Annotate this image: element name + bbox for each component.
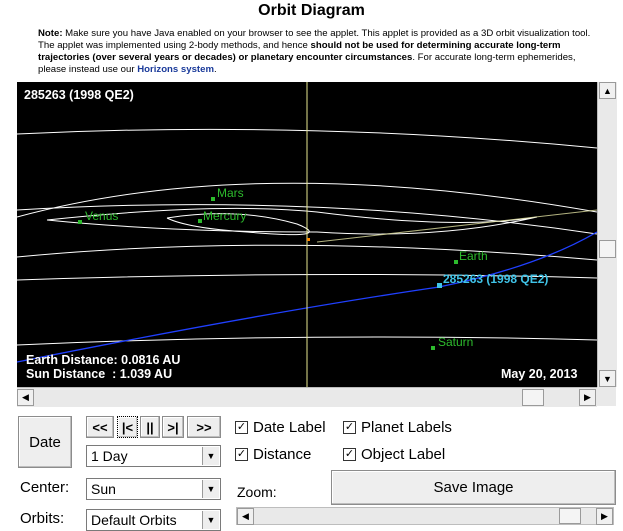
scroll-up-icon[interactable]: ▲ — [599, 82, 616, 99]
label-object: 285263 (1998 QE2) — [443, 272, 549, 286]
zoom-thumb[interactable] — [559, 508, 581, 524]
orbits-select[interactable]: Default Orbits ▼ — [86, 509, 221, 531]
orbit-canvas — [17, 82, 597, 387]
object-label-text: Object Label — [361, 446, 446, 463]
label-mars: Mars — [217, 186, 244, 200]
horizons-link[interactable]: Horizons system — [137, 64, 214, 75]
vertical-scroll-thumb[interactable] — [599, 240, 616, 258]
chevron-down-icon[interactable]: ▼ — [202, 480, 219, 498]
checkmark-icon[interactable]: ✓ — [235, 421, 248, 434]
zoom-label: Zoom: — [237, 484, 277, 500]
step-size-select[interactable]: 1 Day ▼ — [86, 445, 221, 467]
vertical-scrollbar[interactable]: ▲ ▼ — [597, 82, 617, 387]
object-title: 285263 (1998 QE2) — [24, 88, 134, 102]
note-label: Note: — [38, 28, 63, 39]
zoom-slider[interactable]: ◀ ▶ — [236, 507, 614, 525]
planet-labels-checkbox[interactable]: ✓ Planet Labels — [343, 419, 452, 436]
step-forward-button[interactable]: >| — [162, 416, 184, 438]
page-title: Orbit Diagram — [258, 2, 365, 19]
orbit-venus — [46, 207, 538, 235]
earth-dot — [454, 260, 458, 264]
date-label-text: Date Label — [253, 419, 326, 436]
horizontal-scrollbar[interactable]: ◀ ▶ — [17, 387, 597, 407]
scroll-right-icon[interactable]: ▶ — [579, 389, 596, 406]
earth-distance-readout: Earth Distance: 0.0816 AU — [26, 353, 181, 367]
zoom-in-icon[interactable]: ▶ — [596, 508, 613, 525]
label-saturn: Saturn — [438, 335, 474, 349]
scrollbar-corner — [597, 387, 616, 406]
mercury-dot — [198, 219, 202, 223]
distance-text: Distance — [253, 446, 312, 463]
chevron-down-icon[interactable]: ▼ — [202, 447, 219, 465]
orbits-value: Default Orbits — [91, 512, 177, 528]
checkmark-icon[interactable]: ✓ — [235, 448, 248, 461]
scroll-down-icon[interactable]: ▼ — [599, 370, 616, 387]
center-value: Sun — [91, 481, 116, 497]
orbit-viewport[interactable]: 285263 (1998 QE2) Earth Distance: 0.0816… — [17, 82, 597, 387]
planet-labels-text: Planet Labels — [361, 419, 452, 436]
distance-checkbox[interactable]: ✓ Distance — [235, 446, 311, 463]
orbits-label: Orbits: — [20, 510, 65, 527]
mars-dot — [211, 197, 215, 201]
label-mercury: Mercury — [203, 209, 247, 223]
object-label-checkbox[interactable]: ✓ Object Label — [343, 446, 445, 463]
step-size-value: 1 Day — [91, 448, 128, 464]
pause-button[interactable]: || — [140, 416, 160, 438]
checkmark-icon[interactable]: ✓ — [343, 448, 356, 461]
save-image-button[interactable]: Save Image — [331, 470, 616, 505]
object-dot — [437, 283, 442, 288]
label-earth: Earth — [459, 249, 488, 263]
sun-distance-readout: Sun Distance : 1.039 AU — [26, 367, 173, 381]
scroll-left-icon[interactable]: ◀ — [17, 389, 34, 406]
rewind-button[interactable]: << — [86, 416, 114, 438]
chevron-down-icon[interactable]: ▼ — [202, 511, 219, 529]
saturn-dot — [431, 346, 435, 350]
date-label-checkbox[interactable]: ✓ Date Label — [235, 419, 326, 436]
orbit-inner-line — [316, 209, 597, 243]
zoom-out-icon[interactable]: ◀ — [237, 508, 254, 525]
checkmark-icon[interactable]: ✓ — [343, 421, 356, 434]
java-note: Note: Make sure you have Java enabled on… — [38, 28, 598, 76]
fast-forward-button[interactable]: >> — [187, 416, 221, 438]
date-readout: May 20, 2013 — [501, 367, 578, 381]
center-select[interactable]: Sun ▼ — [86, 478, 221, 500]
center-label: Center: — [20, 479, 70, 496]
note-end: . — [213, 64, 217, 75]
step-back-button[interactable]: |< — [117, 416, 138, 438]
venus-dot — [78, 220, 82, 224]
sun-dot — [307, 238, 310, 241]
date-button[interactable]: Date — [18, 416, 72, 468]
label-venus: Venus — [85, 209, 119, 223]
horizontal-scroll-thumb[interactable] — [522, 389, 544, 406]
